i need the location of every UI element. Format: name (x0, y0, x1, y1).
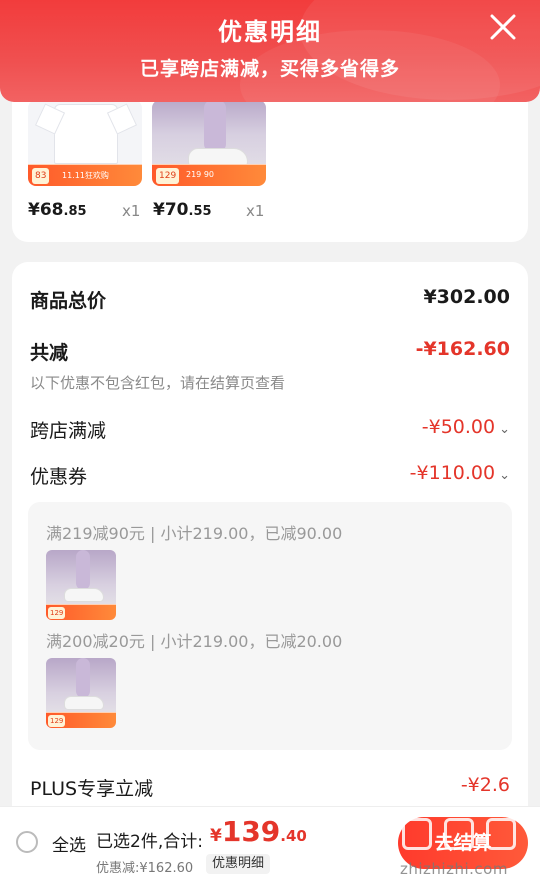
coupon-product-thumb[interactable]: 129 (46, 658, 116, 728)
select-all-checkbox[interactable] (16, 831, 38, 853)
promo-tag: 129 (156, 168, 180, 184)
coupon-product-thumb[interactable]: 129 (46, 550, 116, 620)
promo-strip: 129 219 90 (152, 164, 266, 186)
price-decimal: .85 (63, 204, 87, 219)
reduce-label: 共减 (30, 342, 69, 364)
discount-detail-header: 优惠明细 已享跨店满减，买得多省得多 (0, 0, 540, 102)
product-price: ¥68.85 (28, 200, 87, 220)
select-all-label[interactable]: 全选 (52, 831, 86, 856)
product-image-sneaker[interactable]: 129 219 90 (152, 100, 266, 186)
total-value: ¥302.00 (423, 286, 510, 308)
price-main: ¥70 (153, 200, 189, 220)
amount-integer: 139 (221, 815, 281, 848)
cross-store-value-toggle[interactable]: -¥50.00 ⌄ (422, 416, 510, 438)
promo-text: 219 90 (186, 170, 214, 179)
coupon-value-toggle[interactable]: -¥110.00 ⌄ (410, 462, 510, 484)
price-main: ¥68 (28, 200, 64, 220)
coupon-label: 优惠券 (30, 466, 88, 488)
total-label: 商品总价 (30, 290, 107, 312)
amount-decimal: .40 (280, 827, 307, 845)
discount-details-card: 商品总价 ¥302.00 共减 -¥162.60 以下优惠不包含红包，请在结算页… (12, 262, 528, 822)
page-title: 优惠明细 (218, 18, 322, 46)
selected-count: 已选2件,合计: (96, 832, 203, 852)
discount-detail-button[interactable]: 优惠明细 (206, 854, 271, 874)
product-card: 83 11.11狂欢购 129 219 90 ¥68.85 x1 ¥70.55 … (12, 80, 528, 242)
cross-store-value: -¥50.00 (421, 416, 496, 438)
promo-tag: 83 (32, 168, 50, 184)
product-quantity: x1 (246, 202, 265, 220)
promo-strip: 83 11.11狂欢购 (28, 164, 142, 186)
discount-summary: 优惠减:¥162.60 (96, 861, 194, 876)
page-subtitle: 已享跨店满减，买得多省得多 (139, 58, 400, 80)
product-image-tshirt[interactable]: 83 11.11狂欢购 (28, 100, 142, 186)
cross-store-label: 跨店满减 (30, 420, 107, 442)
promo-text: 11.11狂欢购 (62, 171, 109, 180)
reduce-note: 以下优惠不包含红包，请在结算页查看 (30, 374, 286, 392)
tshirt-image (54, 104, 118, 164)
product-price: ¥70.55 (153, 200, 212, 220)
promo-tag: 129 (48, 715, 66, 727)
product-quantity: x1 (122, 202, 141, 220)
chevron-down-icon: ⌄ (499, 422, 510, 437)
coupon-breakdown: 满219减90元 | 小计219.00，已减90.00 129 满200减20元… (28, 502, 512, 750)
close-icon[interactable] (488, 12, 518, 42)
price-decimal: .55 (188, 204, 212, 219)
promo-tag: 129 (48, 607, 66, 619)
coupon-rule: 满219减90元 | 小计219.00，已减90.00 (46, 524, 343, 543)
coupon-value: -¥110.00 (409, 462, 496, 484)
plus-label: PLUS专享立减 (30, 778, 154, 800)
reduce-value: -¥162.60 (415, 338, 510, 360)
chevron-down-icon: ⌄ (499, 468, 510, 483)
plus-value: -¥2.6 (460, 774, 510, 796)
watermark-text: zhizhizhi.com (400, 860, 508, 878)
total-amount: ¥139.40 (210, 815, 307, 848)
coupon-rule: 满200减20元 | 小计219.00，已减20.00 (46, 632, 343, 651)
currency-symbol: ¥ (210, 826, 222, 846)
